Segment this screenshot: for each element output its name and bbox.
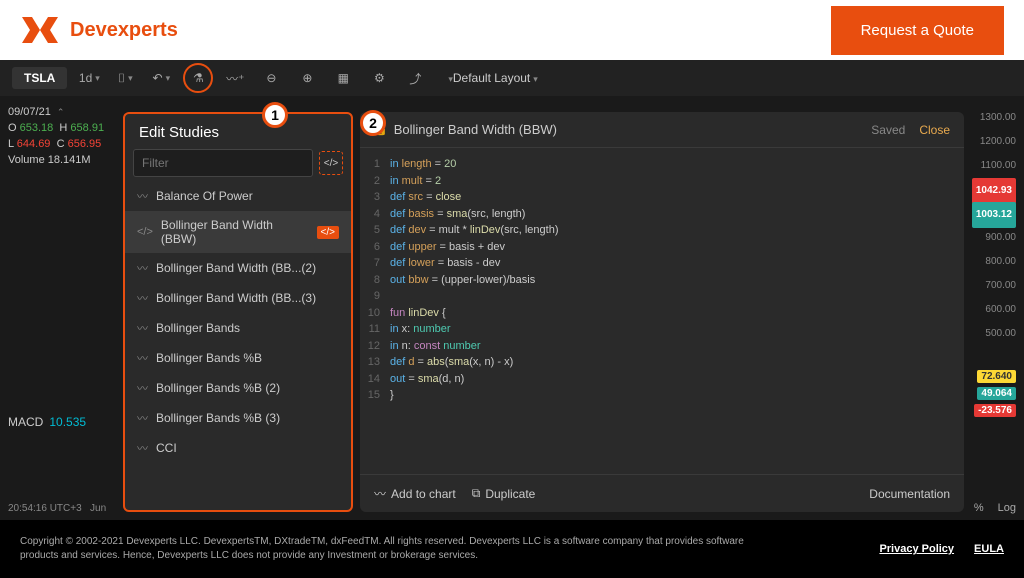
indicator-tag: 72.640 bbox=[977, 370, 1016, 383]
study-item-icon: 〰 bbox=[137, 440, 148, 456]
callout-badge-1: 1 bbox=[262, 102, 288, 128]
documentation-link[interactable]: Documentation bbox=[869, 487, 950, 501]
zoom-in-icon[interactable]: ⊕ bbox=[293, 64, 321, 92]
study-item-label: Bollinger Band Width (BBW) bbox=[161, 218, 309, 246]
stat-open: 653.18 bbox=[20, 122, 54, 134]
axis-mode: % Log bbox=[974, 502, 1016, 514]
editor-title: Bollinger Band Width (BBW) bbox=[394, 122, 872, 137]
study-item-icon: 〰 bbox=[137, 260, 148, 276]
edit-studies-panel: Edit Studies </> 〰 Balance Of Power </> Bol… bbox=[123, 112, 353, 512]
stat-close: 656.95 bbox=[68, 138, 102, 150]
study-item-icon: 〰 bbox=[137, 290, 148, 306]
candle-type-icon[interactable]: ⌷▾ bbox=[111, 64, 139, 92]
filter-input[interactable] bbox=[133, 149, 313, 177]
panel-title: Edit Studies bbox=[125, 114, 351, 149]
code-toggle-icon[interactable]: </> bbox=[319, 151, 343, 175]
study-item[interactable]: 〰 Bollinger Band Width (BB...(2) bbox=[125, 253, 351, 283]
study-item[interactable]: 〰 Balance Of Power bbox=[125, 181, 351, 211]
zoom-out-icon[interactable]: ⊖ bbox=[257, 64, 285, 92]
edit-badge-icon: </> bbox=[317, 226, 339, 239]
brand-logo-icon bbox=[20, 15, 60, 45]
eula-link[interactable]: EULA bbox=[974, 543, 1004, 555]
stat-date: 09/07/21 bbox=[8, 106, 51, 118]
privacy-link[interactable]: Privacy Policy bbox=[879, 543, 954, 555]
indicator-tag: -23.576 bbox=[974, 404, 1016, 417]
ohlc-panel: 09/07/21 ⌃ O 653.18 H 658.91 L 644.69 C … bbox=[8, 104, 118, 168]
timeframe-selector[interactable]: 1d▾ bbox=[75, 64, 103, 92]
stat-high: 658.91 bbox=[70, 122, 104, 134]
study-item[interactable]: 〰 Bollinger Bands %B (2) bbox=[125, 373, 351, 403]
request-quote-button[interactable]: Request a Quote bbox=[831, 6, 1004, 55]
price-tag: 1042.93 bbox=[972, 178, 1016, 204]
settings-icon[interactable]: ⚙ bbox=[365, 64, 393, 92]
code-editor: 🔒 Bollinger Band Width (BBW) Saved Close… bbox=[360, 112, 964, 512]
code-area[interactable]: 1in length = 202in mult = 23def src = cl… bbox=[360, 148, 964, 474]
study-item-icon: 〰 bbox=[137, 188, 148, 204]
indicator-tag: 49.064 bbox=[977, 387, 1016, 400]
study-item-icon: 〰 bbox=[137, 380, 148, 396]
layout-selector[interactable]: ▾Default Layout▾ bbox=[437, 67, 545, 89]
brand-name: Devexperts bbox=[70, 19, 178, 42]
stat-low: 644.69 bbox=[17, 138, 51, 150]
study-item-label: Bollinger Bands %B (3) bbox=[156, 411, 280, 425]
toolbar: TSLA 1d▾ ⌷▾ ↶▾ ⚗ 〰⁺ ⊖ ⊕ ▦ ⚙ ⤴ ▾Default L… bbox=[0, 60, 1024, 96]
site-footer: Copyright © 2002-2021 Devexperts LLC. De… bbox=[0, 520, 1024, 578]
study-item-label: Bollinger Bands %B bbox=[156, 351, 262, 365]
indicator-add-icon[interactable]: 〰⁺ bbox=[221, 64, 249, 92]
price-tag: 1003.12 bbox=[972, 202, 1016, 228]
study-item-label: CCI bbox=[156, 441, 177, 455]
timestamp: 20:54:16 UTC+3 Jun bbox=[8, 503, 106, 514]
study-item-label: Bollinger Bands bbox=[156, 321, 240, 335]
site-header: Devexperts Request a Quote bbox=[0, 0, 1024, 60]
study-item[interactable]: 〰 Bollinger Bands %B (3) bbox=[125, 403, 351, 433]
study-item[interactable]: 〰 CCI bbox=[125, 433, 351, 463]
macd-value: 10.535 bbox=[49, 415, 86, 429]
copyright: Copyright © 2002-2021 Devexperts LLC. De… bbox=[20, 535, 780, 563]
callout-badge-2: 2 bbox=[360, 110, 386, 136]
study-item[interactable]: </> Bollinger Band Width (BBW) </> bbox=[125, 211, 351, 253]
study-item-label: Bollinger Bands %B (2) bbox=[156, 381, 280, 395]
y-axis: 1300.001200.001100.001042.931003.12900.0… bbox=[966, 104, 1016, 419]
log-toggle[interactable]: Log bbox=[998, 502, 1016, 514]
study-item-label: Bollinger Band Width (BB...(2) bbox=[156, 261, 316, 275]
layout-grid-icon[interactable]: ▦ bbox=[329, 64, 357, 92]
study-item[interactable]: 〰 Bollinger Bands bbox=[125, 313, 351, 343]
study-item[interactable]: 〰 Bollinger Bands %B bbox=[125, 343, 351, 373]
saved-status: Saved bbox=[871, 123, 905, 137]
study-item-icon: 〰 bbox=[137, 350, 148, 366]
study-item-icon: 〰 bbox=[137, 320, 148, 336]
drawing-tool-icon[interactable]: ↶▾ bbox=[147, 64, 175, 92]
study-list: 〰 Balance Of Power </> Bollinger Band Width… bbox=[125, 181, 351, 463]
macd-panel: MACD10.535 bbox=[8, 415, 86, 429]
upload-icon[interactable]: ⤴ bbox=[401, 64, 429, 92]
study-item[interactable]: 〰 Bollinger Band Width (BB...(3) bbox=[125, 283, 351, 313]
brand-logo[interactable]: Devexperts bbox=[20, 15, 178, 45]
add-to-chart-button[interactable]: 〰 Add to chart bbox=[374, 485, 456, 502]
study-item-icon: 〰 bbox=[137, 410, 148, 426]
duplicate-button[interactable]: ⧉ Duplicate bbox=[472, 486, 536, 501]
close-button[interactable]: Close bbox=[919, 123, 950, 137]
studies-icon[interactable]: ⚗ bbox=[183, 63, 213, 93]
chart-app: TSLA 1d▾ ⌷▾ ↶▾ ⚗ 〰⁺ ⊖ ⊕ ▦ ⚙ ⤴ ▾Default L… bbox=[0, 60, 1024, 520]
study-item-label: Balance Of Power bbox=[156, 189, 253, 203]
ticker-symbol[interactable]: TSLA bbox=[12, 67, 67, 89]
study-item-icon: </> bbox=[137, 226, 153, 238]
pct-toggle[interactable]: % bbox=[974, 502, 984, 514]
stat-volume: 18.141M bbox=[48, 154, 91, 166]
study-item-label: Bollinger Band Width (BB...(3) bbox=[156, 291, 316, 305]
